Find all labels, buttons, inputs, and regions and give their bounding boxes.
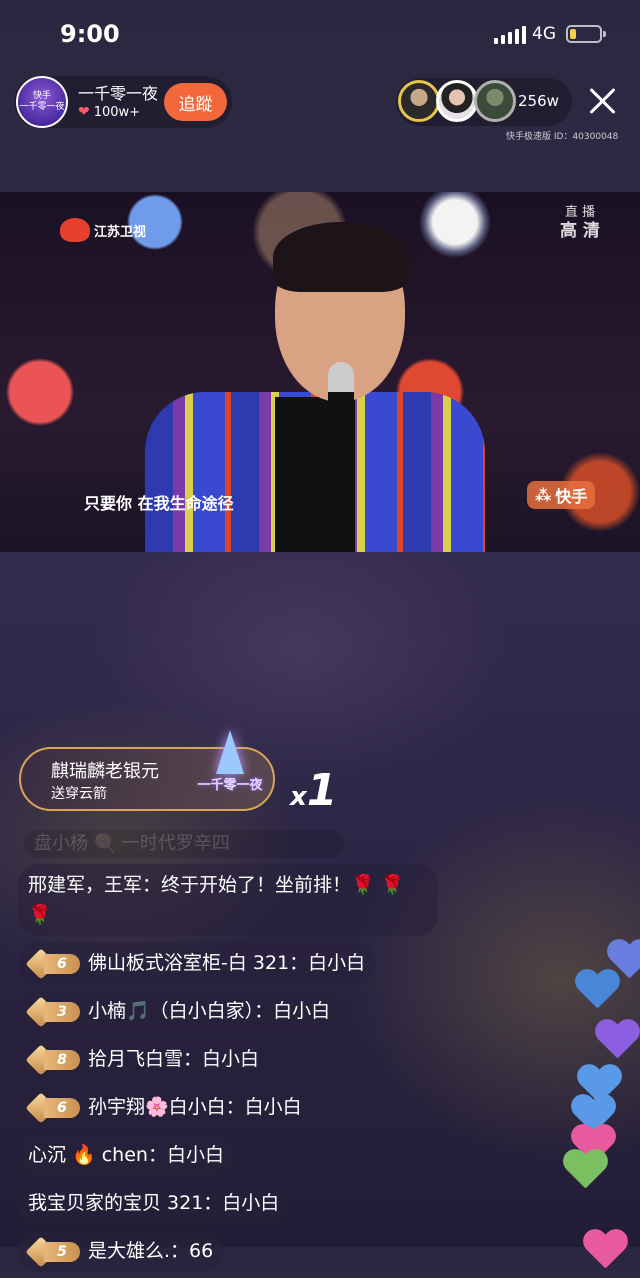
gift-count-prefix: x	[290, 782, 307, 812]
chat-message-text: 佛山板式浴室柜-白 321：白小白	[88, 952, 366, 974]
chat-message[interactable]: 6 佛山板式浴室柜-白 321：白小白	[18, 942, 376, 984]
chat-message[interactable]: 我宝贝家的宝贝 321：白小白	[18, 1182, 290, 1224]
chat-message[interactable]: 5 是大雄么.：66	[18, 1230, 224, 1272]
chat-message-text: 邢建军，王军：终于开始了！坐前排！🌹 🌹 🌹	[28, 874, 405, 926]
chat-message-text: 心沉 🔥 chen：白小白	[28, 1144, 224, 1166]
level-badge-icon: 6	[25, 947, 80, 980]
level-number: 8	[44, 1049, 80, 1070]
host-avatar[interactable]: 快手 一千零一夜	[16, 76, 68, 128]
level-number: 5	[44, 1241, 80, 1262]
host-name: 一千零一夜	[78, 84, 159, 103]
lyric-subtitle: 只要你 在我生命途径	[84, 494, 234, 513]
network-type: 4G	[532, 24, 556, 44]
status-time: 9:00	[60, 20, 120, 48]
channel-logo: 江苏卫视	[60, 218, 146, 242]
gift-count: x1	[290, 765, 337, 816]
chat-faded-message: 盘小杨 🍭 一时代罗辛四	[24, 830, 344, 858]
viewer-avatar[interactable]	[474, 80, 516, 122]
quality-label: 高 清	[560, 221, 600, 241]
chat-message[interactable]: 8 拾月飞白雪：白小白	[18, 1038, 270, 1080]
gift-count-value: 1	[306, 765, 338, 816]
kuaishou-logo-icon: ⁂	[535, 485, 552, 505]
floating-hearts	[556, 930, 640, 1247]
live-video[interactable]: 江苏卫视 直 播 高 清 只要你 在我生命途径 ⁂ 快手	[0, 192, 640, 552]
likes-count: 100w+	[93, 104, 141, 120]
level-badge-icon: 5	[25, 1235, 80, 1268]
viewer-count[interactable]: 256w	[518, 92, 559, 110]
chat-message[interactable]: 心沉 🔥 chen：白小白	[18, 1134, 234, 1176]
channel-logo-icon	[60, 218, 90, 242]
heart-icon	[606, 940, 640, 982]
app-id: 快手极速版 ID：40300048	[506, 132, 619, 142]
close-icon[interactable]	[586, 84, 620, 118]
gift-sender: 麒瑞麟老银元	[51, 761, 159, 782]
viewer-avatar[interactable]	[436, 80, 478, 122]
status-bar: 9:00 4G	[0, 0, 640, 70]
chat-message[interactable]: 6 孙宇翔🌸白小白：白小白	[18, 1086, 312, 1128]
rocket-gift-icon: 一千零一夜	[194, 730, 266, 802]
gift-action: 送穿云箭	[51, 786, 107, 802]
viewer-list[interactable]: 256w	[396, 78, 572, 126]
chat-message[interactable]: 3 小楠🎵（白小白家）：白小白	[18, 990, 341, 1032]
viewer-avatar[interactable]	[398, 80, 440, 122]
level-badge-icon: 6	[25, 1091, 80, 1124]
avatar-text-line1: 快手	[32, 91, 51, 101]
host-likes: ❤ 100w+	[78, 104, 140, 120]
chat-list[interactable]: 邢建军，王军：终于开始了！坐前排！🌹 🌹 🌹 6 佛山板式浴室柜-白 321：白小白…	[18, 864, 458, 1278]
heart-icon	[562, 1150, 608, 1192]
level-number: 6	[44, 1097, 80, 1118]
chat-message-text: 小楠🎵（白小白家）：白小白	[88, 1000, 331, 1022]
battery-icon	[566, 25, 606, 43]
gift-label: 一千零一夜	[197, 778, 263, 793]
chat-message-text: 拾月飞白雪：白小白	[88, 1048, 260, 1070]
live-quality-tag: 直 播 高 清	[560, 204, 600, 240]
level-badge-icon: 3	[25, 995, 80, 1028]
heart-icon	[594, 1020, 640, 1062]
heart-icon: ❤	[78, 104, 90, 120]
live-label: 直 播	[564, 205, 596, 220]
heart-icon	[582, 1230, 628, 1272]
level-number: 6	[44, 953, 80, 974]
chat-message[interactable]: 邢建军，王军：终于开始了！坐前排！🌹 🌹 🌹	[18, 864, 438, 936]
host-info[interactable]: 快手 一千零一夜 一千零一夜 ❤ 100w+ 追蹤	[14, 76, 232, 128]
watermark-text: 快手	[555, 487, 588, 506]
kuaishou-watermark: ⁂ 快手	[527, 481, 596, 509]
follow-button[interactable]: 追蹤	[164, 83, 227, 121]
microphone	[328, 362, 354, 512]
avatar-text-line2: 一千零一夜	[19, 102, 65, 112]
chat-message-text: 孙宇翔🌸白小白：白小白	[88, 1096, 302, 1118]
level-badge-icon: 8	[25, 1043, 80, 1076]
chat-message-text: 我宝贝家的宝贝 321：白小白	[28, 1192, 280, 1214]
signal-icon	[494, 26, 526, 44]
channel-logo-text: 江苏卫视	[94, 224, 147, 240]
level-number: 3	[44, 1001, 80, 1022]
chat-message-text: 是大雄么.：66	[88, 1240, 214, 1262]
